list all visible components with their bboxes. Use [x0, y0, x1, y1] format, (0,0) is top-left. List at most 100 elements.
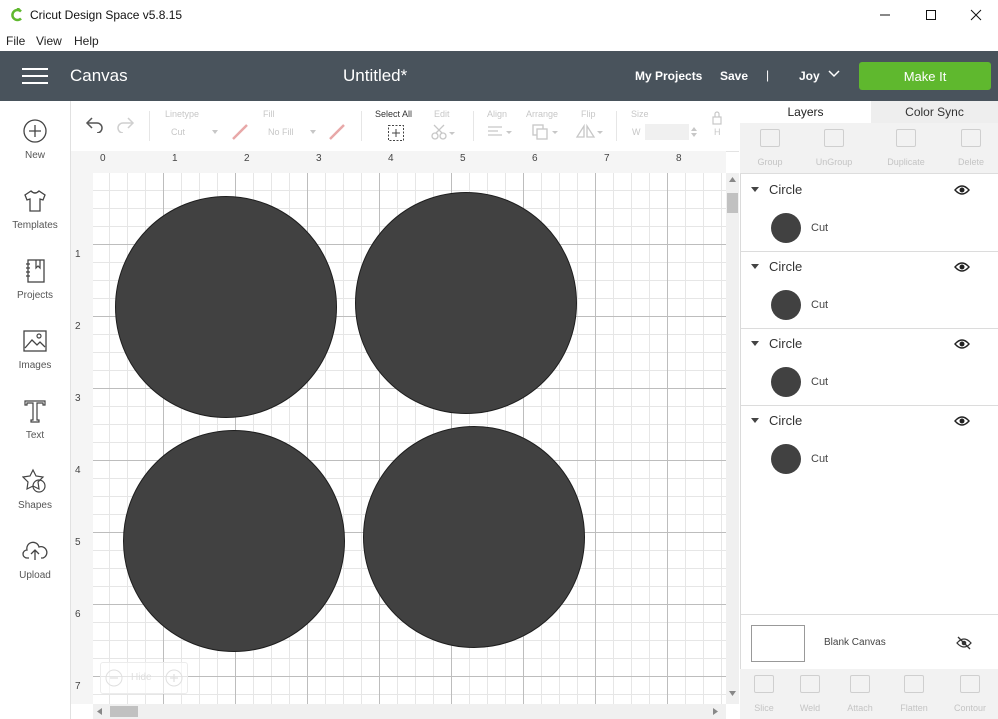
collapse-caret-icon[interactable] [751, 187, 759, 192]
sidebar-item-new[interactable]: New [0, 118, 70, 178]
slice-icon [754, 675, 774, 693]
eye-hidden-icon[interactable] [956, 636, 972, 650]
undo-icon[interactable] [83, 115, 105, 133]
scroll-left-icon[interactable] [97, 708, 102, 715]
ruler-tick-label: 0 [100, 153, 106, 164]
circle-shape[interactable] [115, 196, 337, 418]
chevron-down-icon[interactable] [828, 69, 840, 79]
collapse-caret-icon[interactable] [751, 264, 759, 269]
app-header: Canvas Untitled* My Projects Save | Joy … [0, 51, 998, 101]
eye-icon[interactable] [954, 261, 970, 273]
ruler-tick-label: 5 [460, 153, 466, 164]
weld-label: Weld [799, 703, 821, 713]
menu-bar: File View Help [0, 30, 998, 51]
linetype-color-icon [232, 124, 248, 140]
make-it-button[interactable]: Make It [859, 62, 991, 90]
my-projects-link[interactable]: My Projects [635, 69, 702, 83]
scroll-right-icon[interactable] [713, 708, 718, 715]
horizontal-scroll-thumb[interactable] [110, 706, 138, 717]
zoom-control[interactable]: Hide [100, 662, 188, 694]
sidebar-item-shapes[interactable]: Shapes [0, 468, 70, 528]
circle-shape[interactable] [363, 426, 585, 648]
design-canvas[interactable] [93, 173, 726, 704]
menu-help[interactable]: Help [74, 34, 99, 48]
sidebar-item-projects[interactable]: Projects [0, 258, 70, 318]
close-button[interactable] [953, 0, 998, 30]
sidebar-item-images[interactable]: Images [0, 328, 70, 388]
tab-color-sync[interactable]: Color Sync [871, 101, 998, 123]
close-icon [970, 9, 982, 21]
left-sidebar: New Templates Projects Images Text Shape… [0, 101, 71, 719]
scroll-up-icon[interactable] [729, 177, 736, 182]
select-all-icon[interactable] [387, 124, 405, 142]
tab-layers[interactable]: Layers [740, 101, 871, 125]
header-separator: | [766, 68, 770, 82]
sidebar-item-label: Projects [16, 290, 54, 301]
flatten-button: Flatten [886, 675, 942, 713]
ruler-tick-label: 1 [75, 249, 81, 260]
edit-toolbar: Linetype Cut Fill No Fill Select All Edi… [71, 101, 739, 152]
layer-name: Circle [769, 182, 803, 197]
duplicate-label: Duplicate [887, 157, 925, 167]
collapse-caret-icon[interactable] [751, 418, 759, 423]
zoom-label: Hide [131, 672, 152, 683]
layer-color-swatch[interactable] [771, 290, 801, 320]
redo-icon [117, 117, 135, 133]
layer-operation: Cut [811, 222, 829, 234]
sidebar-item-templates[interactable]: Templates [0, 188, 70, 248]
sidebar-item-label: New [24, 150, 45, 161]
layer-row[interactable]: Circle Cut [741, 252, 998, 329]
align-icon [488, 126, 512, 136]
layer-row[interactable]: Circle Cut [741, 406, 998, 482]
layers-empty-area [741, 482, 998, 614]
eye-icon[interactable] [954, 184, 970, 196]
menu-file[interactable]: File [6, 34, 25, 48]
minimize-button[interactable] [862, 0, 908, 30]
ruler-tick-label: 4 [75, 465, 81, 476]
sidebar-item-upload[interactable]: Upload [0, 538, 70, 598]
layer-color-swatch[interactable] [771, 444, 801, 474]
ruler-tick-label: 6 [532, 153, 538, 164]
menu-view[interactable]: View [36, 34, 62, 48]
fill-color-icon [329, 124, 345, 140]
ruler-tick-label: 3 [75, 393, 81, 404]
hamburger-menu-icon[interactable] [22, 68, 48, 85]
sidebar-item-label: Shapes [18, 500, 52, 511]
eye-icon[interactable] [954, 338, 970, 350]
layer-color-swatch[interactable] [771, 367, 801, 397]
ruler-tick-label: 8 [676, 153, 682, 164]
vertical-scrollbar[interactable] [726, 173, 739, 704]
scroll-down-icon[interactable] [729, 691, 736, 696]
arrange-label: Arrange [526, 109, 559, 119]
zoom-out-icon[interactable] [105, 669, 123, 687]
circle-shape[interactable] [123, 430, 345, 652]
weld-button: Weld [782, 675, 838, 713]
flatten-label: Flatten [900, 703, 928, 713]
layer-row[interactable]: Circle Cut [741, 175, 998, 252]
vertical-scroll-thumb[interactable] [727, 193, 738, 213]
layer-name: Circle [769, 259, 803, 274]
layer-row[interactable]: Circle Cut [741, 329, 998, 406]
layer-color-swatch[interactable] [771, 213, 801, 243]
horizontal-scrollbar[interactable] [93, 704, 726, 719]
collapse-caret-icon[interactable] [751, 341, 759, 346]
user-menu[interactable]: Joy [799, 69, 820, 83]
section-title: Canvas [70, 66, 128, 85]
zoom-in-icon[interactable] [165, 669, 183, 687]
eye-icon[interactable] [954, 415, 970, 427]
flip-icon [575, 123, 603, 138]
circle-shape[interactable] [355, 192, 577, 414]
blank-canvas-swatch[interactable] [751, 625, 805, 662]
sidebar-item-label: Upload [19, 570, 51, 581]
select-all-label: Select All [375, 109, 413, 119]
layer-name: Circle [769, 336, 803, 351]
ruler-tick-label: 7 [75, 681, 81, 692]
sidebar-item-label: Text [25, 430, 45, 441]
sidebar-item-text[interactable]: Text [0, 398, 70, 458]
maximize-button[interactable] [908, 0, 954, 30]
contour-icon [960, 675, 980, 693]
delete-button: Delete [943, 129, 998, 167]
save-button[interactable]: Save [720, 69, 748, 83]
linetype-label: Linetype [165, 109, 200, 119]
window-title: Cricut Design Space v5.8.15 [30, 8, 183, 22]
